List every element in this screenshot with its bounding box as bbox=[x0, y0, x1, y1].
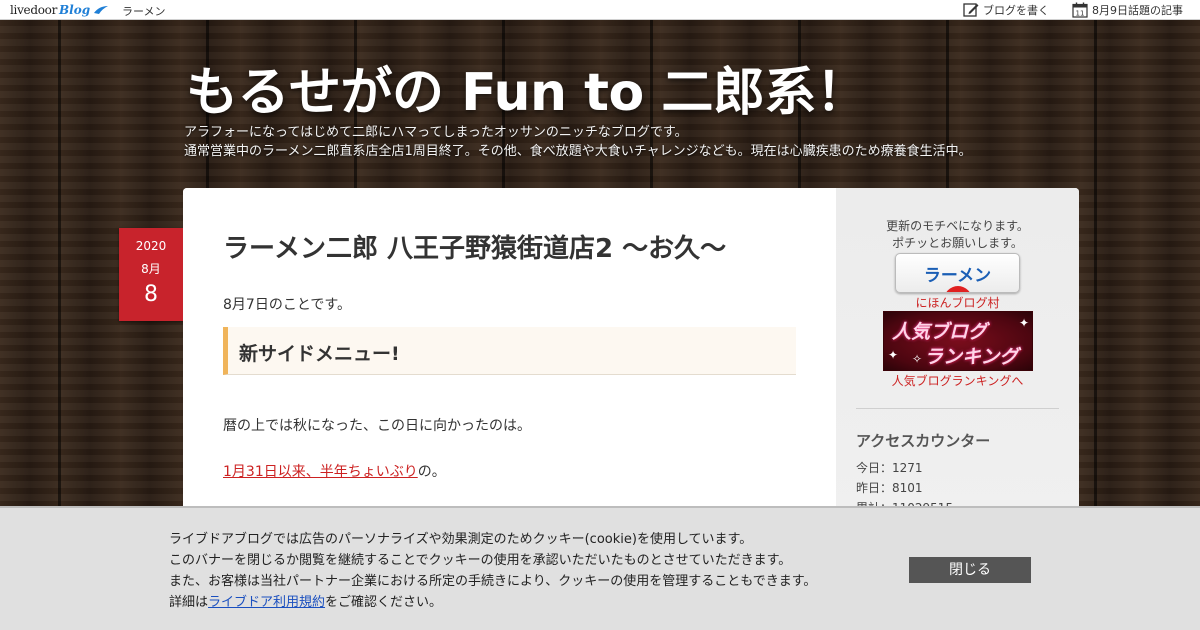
popular-blog-ranking-link[interactable]: 人気ブログランキングへ bbox=[836, 372, 1079, 389]
category-link[interactable]: ラーメン bbox=[122, 3, 166, 19]
sparkle-icon: ✧ bbox=[912, 352, 923, 366]
access-counter-heading: アクセスカウンター bbox=[856, 432, 991, 450]
logo-livedoor-text: livedoor bbox=[10, 3, 58, 17]
blog-description-line-1: アラフォーになってはじめて二郎にハマってしまったオッサンのニッチなブログです。 bbox=[184, 125, 688, 140]
sidebar-note-line-1: 更新のモチベになります。 bbox=[886, 219, 1029, 233]
cookie-message: ライブドアブログでは広告のパーソナライズや効果測定のためクッキー(cookie)… bbox=[169, 529, 816, 613]
pencil-icon bbox=[963, 3, 979, 17]
logo-blog-text: Blog bbox=[59, 3, 91, 17]
sidebar-note-line-2: ポチッとお願いします。 bbox=[892, 236, 1023, 250]
terms-of-use-link[interactable]: ライブドア利用規約 bbox=[208, 595, 325, 610]
cookie-details-prefix: 詳細は bbox=[169, 595, 209, 610]
blog-description: アラフォーになってはじめて二郎にハマってしまったオッサンのニッチなブログです。 … bbox=[184, 123, 972, 161]
post-date-month: 8月 bbox=[141, 262, 161, 276]
top-bar: livedoor Blog ラーメン ブログを書く 11 8月9日話題の記事 bbox=[0, 0, 1200, 20]
sparkle-icon: ✦ bbox=[888, 348, 899, 362]
banner-red-circle bbox=[944, 286, 972, 292]
bird-icon bbox=[94, 6, 109, 14]
counter-yesterday: 昨日：8101 bbox=[856, 481, 923, 495]
article-paragraph: 暦の上では秋になった、この日に向かったのは。 bbox=[223, 418, 531, 434]
article-title[interactable]: ラーメン二郎 八王子野猿街道店2 〜お久〜 bbox=[223, 228, 726, 265]
popular-blog-ranking-banner[interactable]: ✦ ✦ ✧ 人気ブログ ランキング bbox=[883, 311, 1033, 371]
cookie-details-suffix: をご確認ください。 bbox=[325, 595, 443, 610]
blog-description-line-2: 通常営業中のラーメン二郎直系店全店1周目終了。その他、食べ放題や大食いチャレンジ… bbox=[184, 144, 972, 159]
sparkle-icon: ✦ bbox=[1019, 316, 1030, 330]
post-date-day: 8 bbox=[144, 282, 158, 307]
cookie-message-line-1: ライブドアブログでは広告のパーソナライズや効果測定のためクッキー(cookie)… bbox=[169, 532, 753, 547]
ramen-ranking-banner[interactable]: ラーメン bbox=[895, 253, 1020, 293]
calendar-day-number: 11 bbox=[1076, 10, 1085, 18]
section-heading: 新サイドメニュー! bbox=[223, 327, 796, 375]
topic-articles-label: 8月9日話題の記事 bbox=[1092, 4, 1183, 17]
calendar-icon: 11 bbox=[1072, 2, 1088, 18]
cookie-close-button[interactable]: 閉じる bbox=[909, 557, 1031, 583]
write-blog-label: ブログを書く bbox=[983, 4, 1049, 17]
post-date-badge: 2020 8月 8 bbox=[119, 228, 183, 321]
article-intro: 8月7日のことです。 bbox=[223, 297, 351, 313]
nihon-blog-mura-link[interactable]: にほんブログ村 bbox=[836, 294, 1079, 311]
ranking-banner-line-2: ランキング bbox=[924, 346, 1019, 368]
cookie-consent-banner: ライブドアブログでは広告のパーソナライズや効果測定のためクッキー(cookie)… bbox=[0, 506, 1200, 630]
counter-today: 今日：1271 bbox=[856, 461, 923, 475]
section-heading-text: 新サイドメニュー! bbox=[239, 343, 400, 365]
write-blog-link[interactable]: ブログを書く bbox=[963, 2, 1049, 18]
post-date-year: 2020 bbox=[135, 239, 167, 253]
livedoor-blog-logo[interactable]: livedoor Blog bbox=[10, 2, 109, 18]
topic-articles-link[interactable]: 11 8月9日話題の記事 bbox=[1072, 2, 1183, 18]
blog-title[interactable]: もるせがの Fun to 二郎系！ bbox=[186, 50, 868, 125]
sidebar-divider bbox=[856, 408, 1059, 409]
ranking-banner-line-1: 人気ブログ bbox=[892, 321, 988, 343]
article-paragraph-with-link: 1月31日以来、半年ちょいぶりの。 bbox=[223, 461, 446, 481]
ramen-banner-text: ラーメン bbox=[923, 266, 992, 286]
article-paragraph-tail: の。 bbox=[417, 464, 446, 480]
sidebar-note: 更新のモチベになります。 ポチッとお願いします。 bbox=[836, 218, 1079, 252]
cookie-message-line-4: 詳細はライブドア利用規約をご確認ください。 bbox=[169, 592, 816, 613]
cookie-message-line-2: このバナーを閉じるか閲覧を継続することでクッキーの使用を承認いただいたものとさせ… bbox=[169, 553, 792, 568]
previous-visit-link[interactable]: 1月31日以来、半年ちょいぶり bbox=[223, 464, 418, 480]
cookie-message-line-3: また、お客様は当社パートナー企業における所定の手続きにより、クッキーの使用を管理… bbox=[169, 574, 817, 589]
